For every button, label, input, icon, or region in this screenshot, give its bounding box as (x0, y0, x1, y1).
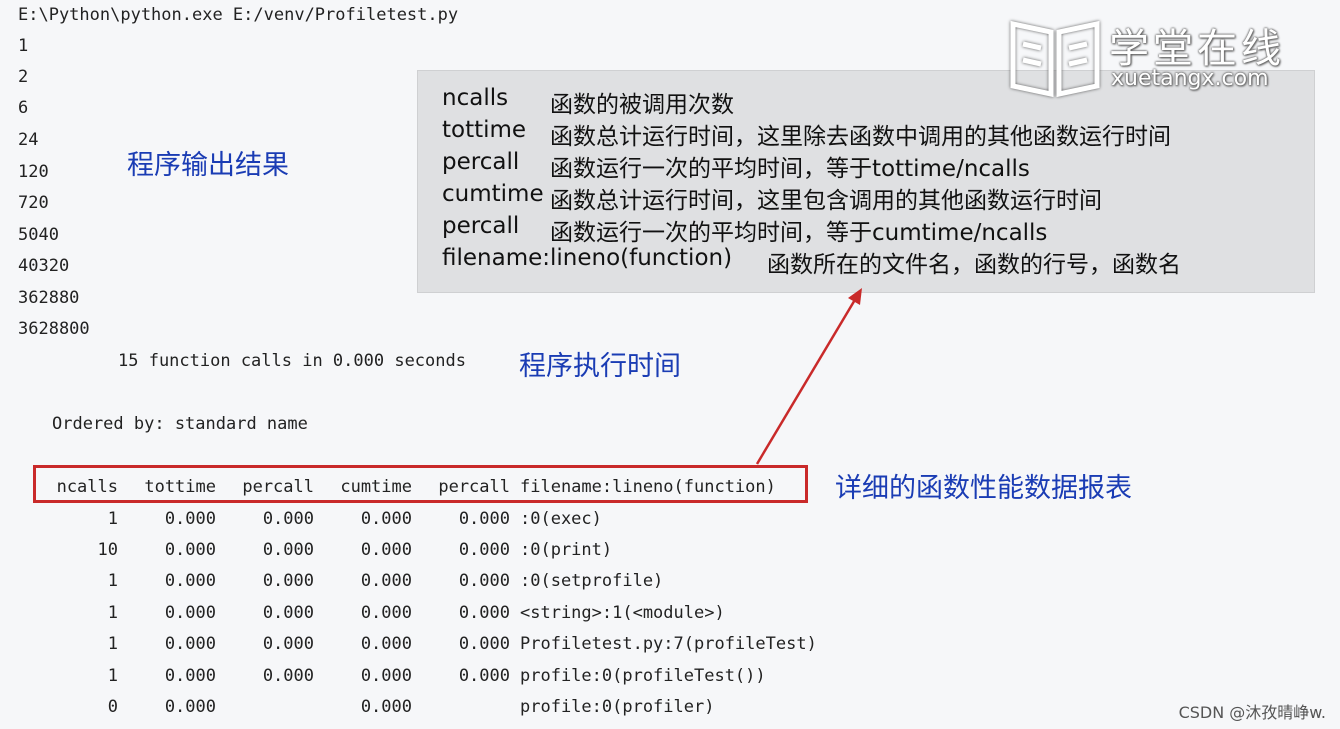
logo-name-en: xuetangx.com (1111, 66, 1269, 91)
cell-function: <string>:1(<module>) (520, 603, 725, 623)
cell-percall-cum: 0.000 (458, 634, 510, 654)
header-percall: percall (242, 477, 314, 497)
cell-ncalls: 1 (107, 571, 118, 591)
cell-percall-cum: 0.000 (458, 571, 510, 591)
cell-percall: 0.000 (262, 509, 314, 529)
cell-function: :0(setprofile) (520, 571, 664, 591)
cell-tottime: 0.000 (164, 697, 216, 717)
cell-ncalls: 1 (107, 603, 118, 623)
cell-cumtime: 0.000 (360, 697, 412, 717)
cell-cumtime: 0.000 (360, 634, 412, 654)
cell-percall: 0.000 (262, 634, 314, 654)
cell-tottime: 0.000 (164, 666, 216, 686)
header-tottime: tottime (144, 477, 216, 497)
cell-tottime: 0.000 (164, 603, 216, 623)
cell-cumtime: 0.000 (360, 571, 412, 591)
cell-percall-cum: 0.000 (458, 540, 510, 560)
header-ncalls: ncalls (56, 477, 118, 497)
report-label: 详细的函数性能数据报表 (835, 473, 1132, 504)
csdn-watermark: CSDN @沐孜晴峥w. (1178, 703, 1326, 722)
cell-ncalls: 0 (107, 697, 118, 717)
xuetangx-logo: 学堂在线 xuetangx.com (1005, 14, 1305, 100)
cell-percall-cum: 0.000 (458, 603, 510, 623)
cell-percall: 0.000 (262, 603, 314, 623)
cell-percall-cum: 0.000 (458, 509, 510, 529)
header-percall-cum: percall (438, 477, 510, 497)
header-cumtime: cumtime (340, 477, 412, 497)
cell-cumtime: 0.000 (360, 666, 412, 686)
cell-percall-cum: 0.000 (458, 666, 510, 686)
cell-function: :0(print) (520, 540, 613, 560)
cell-ncalls: 1 (107, 509, 118, 529)
cell-cumtime: 0.000 (360, 540, 412, 560)
cell-function: Profiletest.py:7(profileTest) (520, 634, 817, 654)
cell-ncalls: 10 (97, 540, 118, 560)
cell-ncalls: 1 (107, 666, 118, 686)
cell-tottime: 0.000 (164, 571, 216, 591)
cell-percall: 0.000 (262, 666, 314, 686)
cell-cumtime: 0.000 (360, 603, 412, 623)
cell-tottime: 0.000 (164, 540, 216, 560)
book-logo-icon (1010, 20, 1100, 98)
cell-function: profile:0(profiler) (520, 697, 715, 717)
cell-function: profile:0(profileTest()) (520, 666, 766, 686)
cell-function: :0(exec) (520, 509, 602, 529)
cell-tottime: 0.000 (164, 509, 216, 529)
cell-percall: 0.000 (262, 540, 314, 560)
header-filename: filename:lineno(function) (520, 477, 776, 497)
cell-percall: 0.000 (262, 571, 314, 591)
cell-cumtime: 0.000 (360, 509, 412, 529)
cell-ncalls: 1 (107, 634, 118, 654)
cell-tottime: 0.000 (164, 634, 216, 654)
